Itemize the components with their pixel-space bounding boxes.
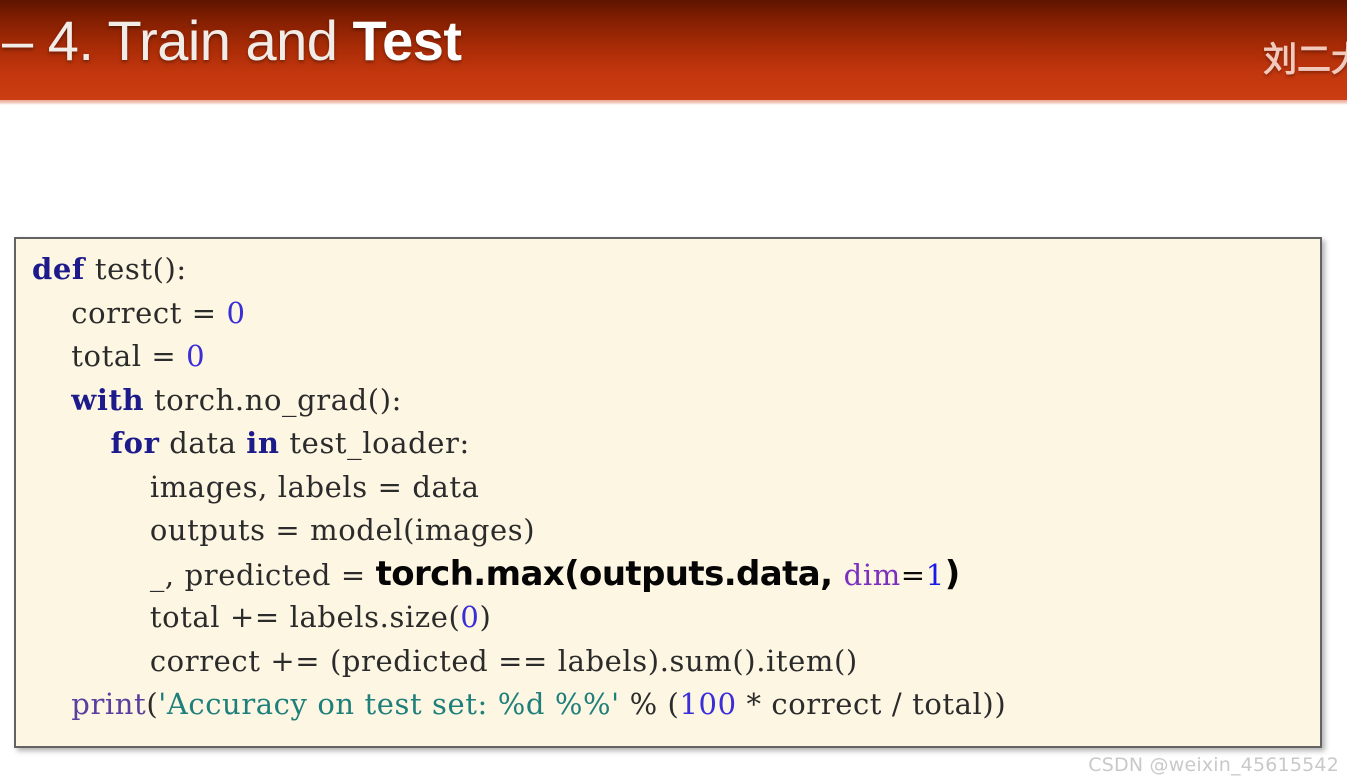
- code-token: ): [479, 600, 492, 634]
- code-token: correct =: [71, 295, 227, 330]
- code-line: correct += (predicted == labels).sum().i…: [32, 640, 1320, 684]
- code-token: total =: [71, 339, 187, 373]
- code-token: test():: [85, 252, 187, 286]
- code-line: total += labels.size(0): [32, 596, 1320, 640]
- code-token: dim: [843, 557, 901, 592]
- slide-header-banner: ation – 4. Train and Test 刘二大: [0, 0, 1347, 100]
- code-token: =: [900, 557, 926, 592]
- csdn-watermark: CSDN @weixin_45615542: [1088, 754, 1339, 776]
- header-underline-divider: [0, 100, 1347, 105]
- code-line: _, predicted = torch.max(outputs.data, d…: [32, 553, 1320, 597]
- code-token: (: [146, 687, 159, 721]
- code-token: 0: [226, 295, 246, 330]
- code-token: ): [944, 553, 961, 594]
- code-token: for: [110, 426, 160, 460]
- code-token: 1: [925, 557, 945, 592]
- code-token: _, predicted =: [149, 557, 376, 592]
- code-token: 'Accuracy on test set: %d %%': [158, 687, 620, 721]
- code-token: torch.no_grad():: [144, 382, 403, 417]
- page-title-regular: ation – 4. Train and: [0, 9, 338, 72]
- code-line: print('Accuracy on test set: %d %%' % (1…: [32, 683, 1320, 727]
- page-title-emphasis: Test: [352, 9, 463, 72]
- code-token: 0: [460, 600, 480, 634]
- code-token: with: [71, 382, 145, 417]
- code-line: total = 0: [32, 335, 1320, 379]
- code-token: correct += (predicted == labels).sum().i…: [149, 643, 858, 678]
- code-line: images, labels = data: [32, 466, 1320, 510]
- code-token: outputs = model(images): [149, 513, 536, 547]
- code-token: 100: [679, 687, 737, 721]
- code-line: def test():: [32, 248, 1320, 292]
- code-line: with torch.no_grad():: [32, 379, 1320, 423]
- code-line: correct = 0: [32, 292, 1320, 336]
- code-token: total += labels.size(: [149, 600, 461, 634]
- code-token: 0: [186, 339, 206, 373]
- code-token: * correct / total)): [736, 687, 1007, 721]
- code-token: images, labels = data: [149, 469, 480, 504]
- code-token: torch.max(outputs.data,: [375, 553, 844, 594]
- code-token: test_loader:: [279, 426, 470, 460]
- code-block: def test(): correct = 0 total = 0 with t…: [14, 237, 1322, 748]
- code-line: for data in test_loader:: [32, 422, 1320, 466]
- code-token: % (: [619, 687, 680, 721]
- author-watermark: 刘二大: [1263, 40, 1347, 80]
- code-token: in: [246, 426, 280, 460]
- page-title: ation – 4. Train and Test: [0, 8, 462, 73]
- code-token: def: [32, 252, 86, 286]
- code-token: print: [71, 687, 147, 721]
- code-line: outputs = model(images): [32, 509, 1320, 553]
- code-token: data: [159, 426, 247, 460]
- code-content: def test(): correct = 0 total = 0 with t…: [32, 248, 1320, 727]
